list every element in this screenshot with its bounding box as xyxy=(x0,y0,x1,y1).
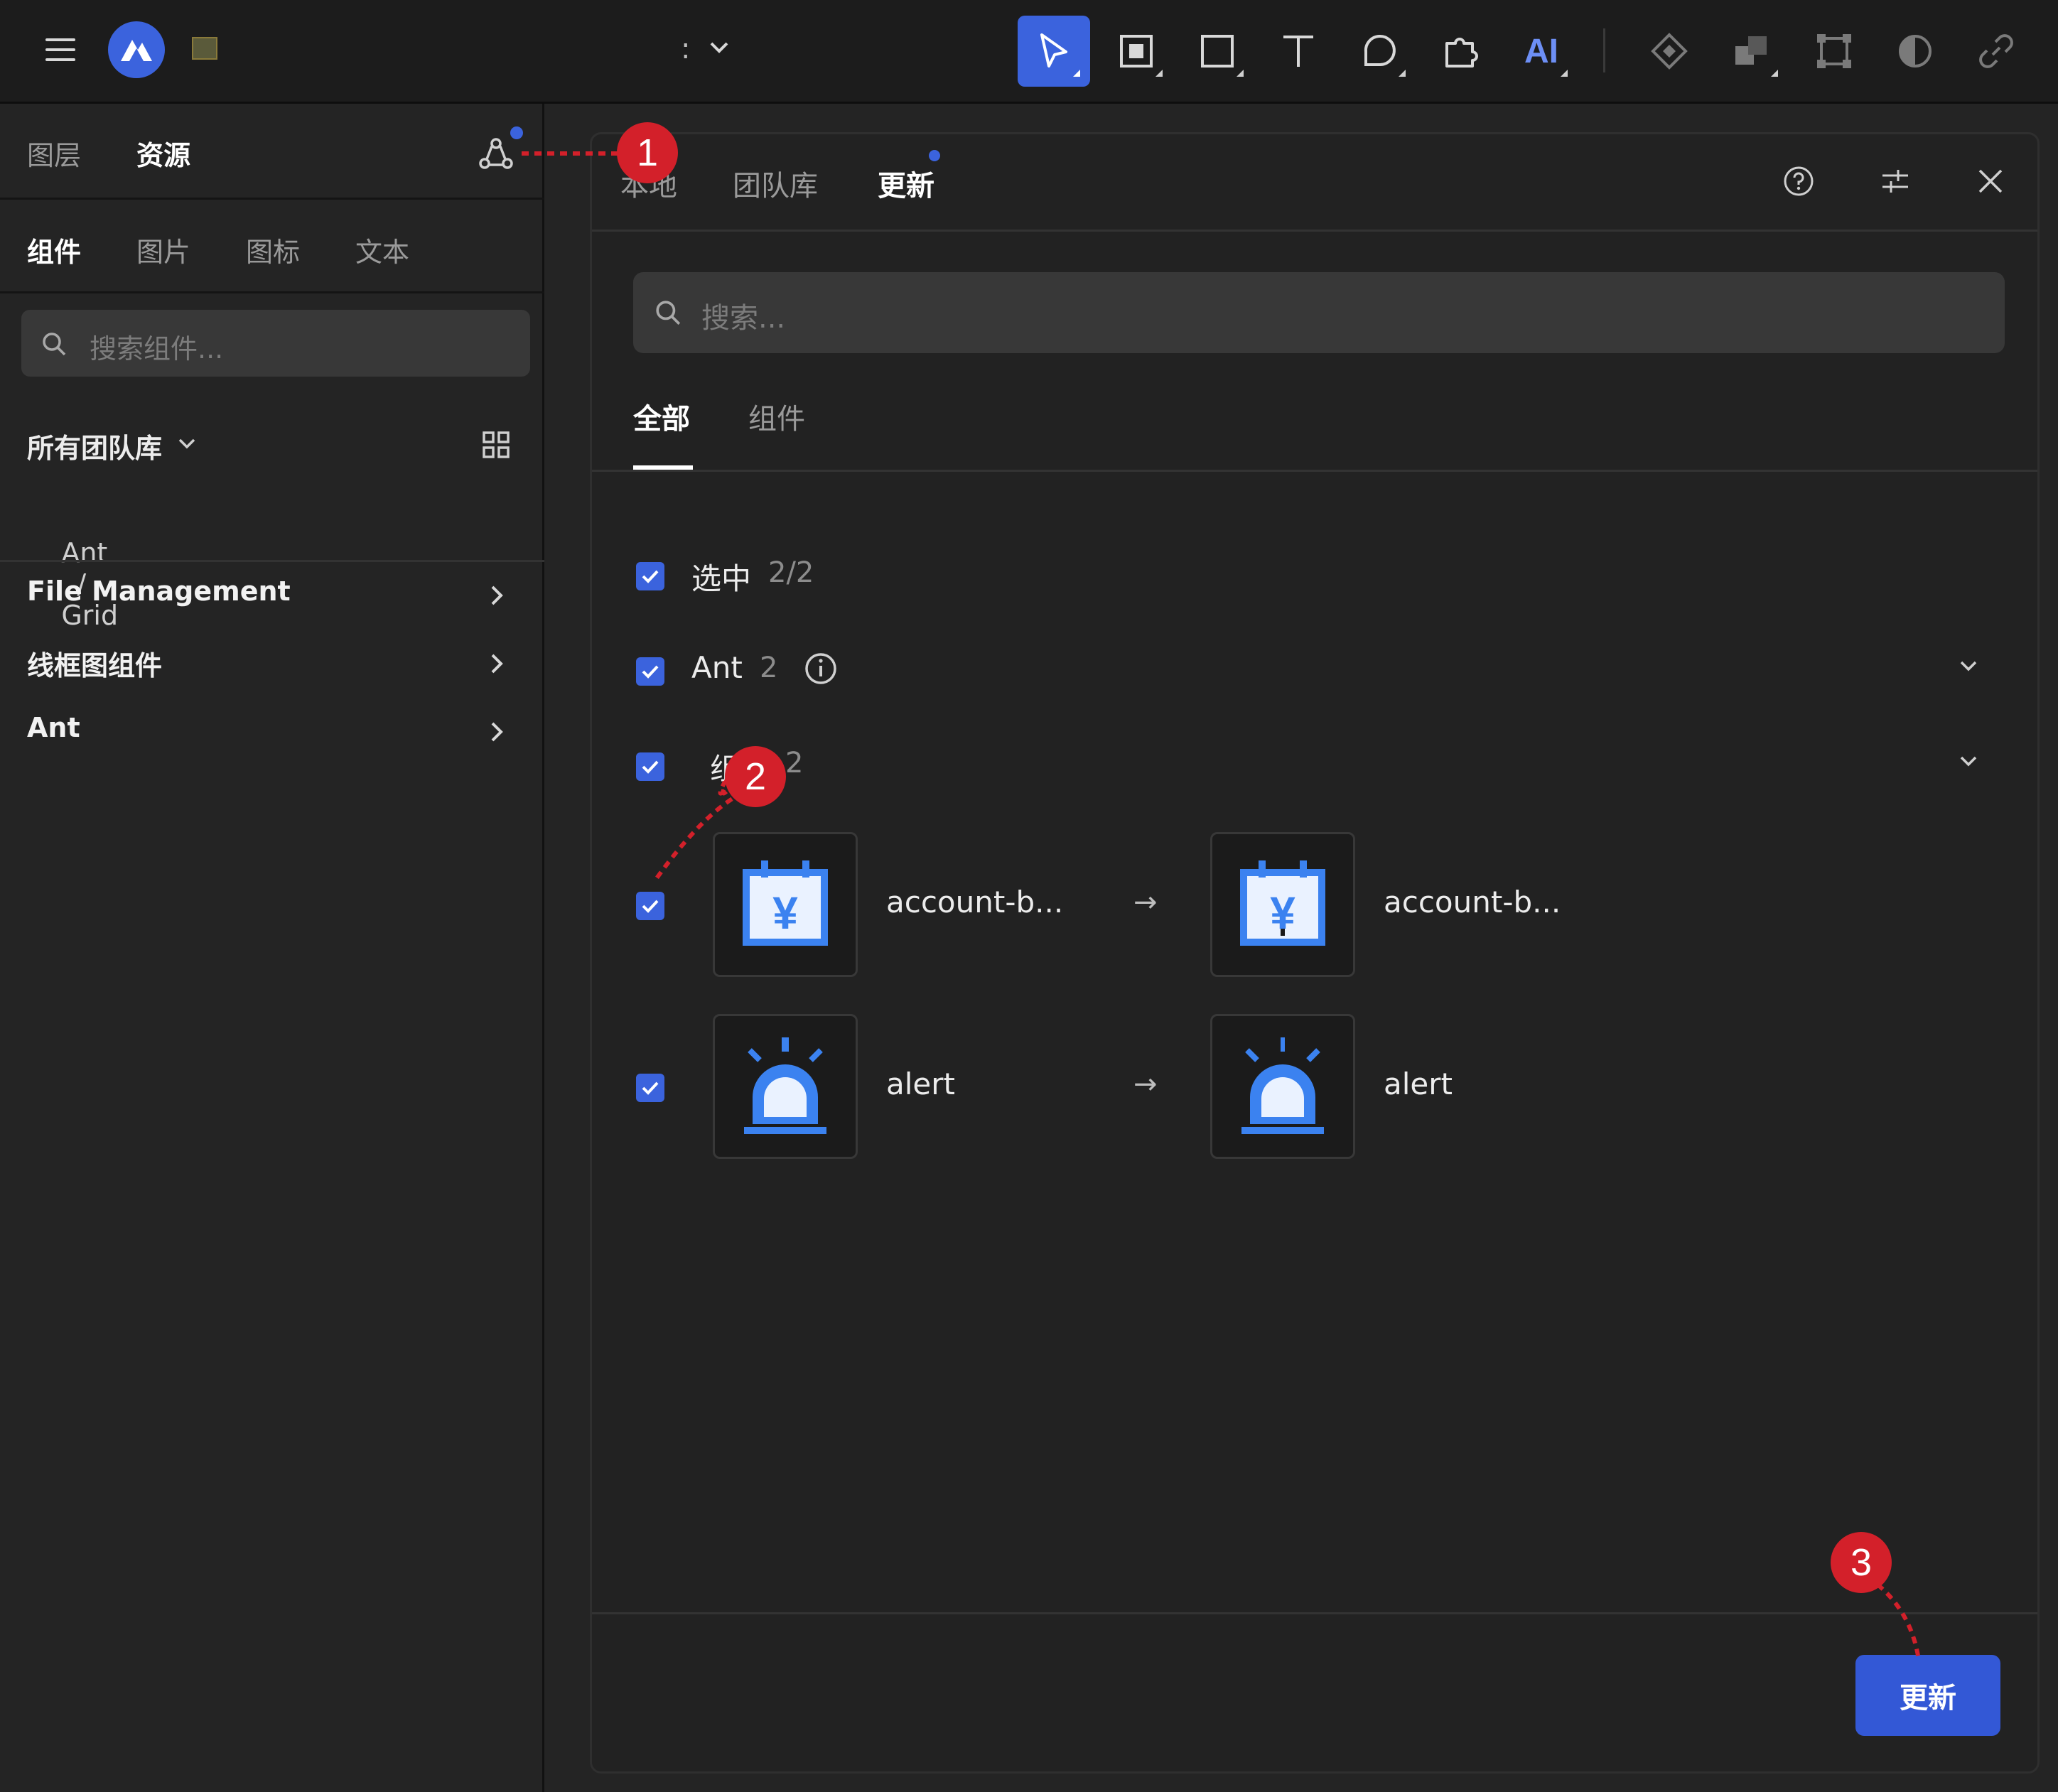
annotation-marker-3: 3 xyxy=(1831,1532,1892,1593)
connector-3 xyxy=(1876,1582,1921,1661)
annotation-connectors xyxy=(522,151,1921,1661)
annotation-marker-1: 1 xyxy=(617,122,678,183)
annotation-marker-2: 2 xyxy=(725,746,786,807)
